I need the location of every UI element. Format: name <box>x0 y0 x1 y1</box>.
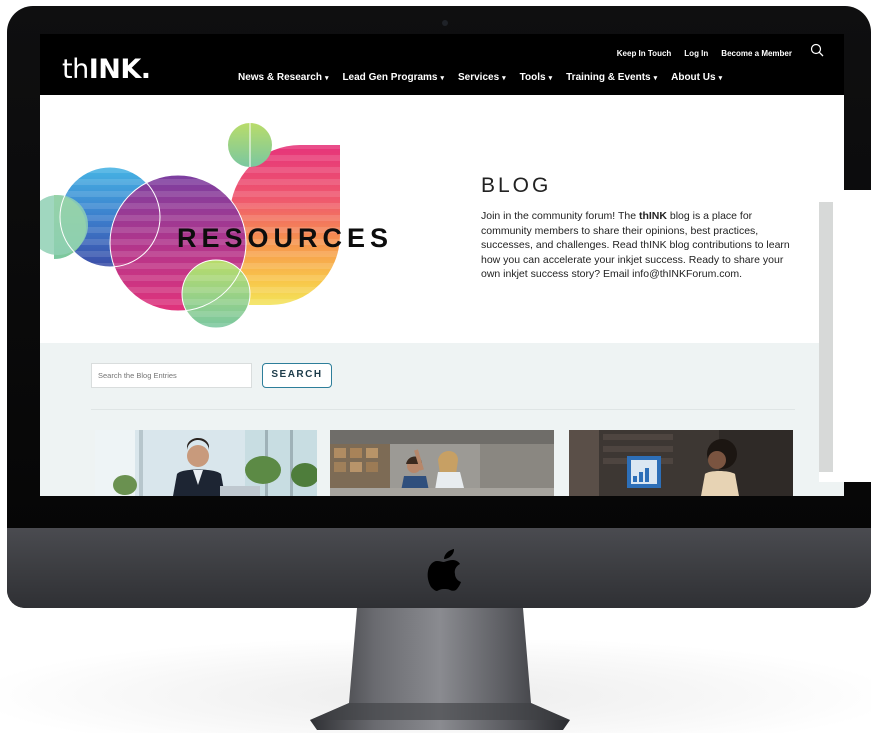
nav-training-events[interactable]: Training & Events ▾ <box>566 72 657 83</box>
screen: thINK. Keep In Touch Log In Become a Mem… <box>40 34 844 496</box>
hero: RESOURCES BLOG Join in the community for… <box>40 95 844 343</box>
caret-down-icon: ▾ <box>502 75 506 82</box>
keep-in-touch-link[interactable]: Keep In Touch <box>617 49 672 58</box>
resources-word: RESOURCES <box>177 223 394 253</box>
nav-news-research[interactable]: News & Research ▾ <box>238 72 328 83</box>
blog-thumbnail-2[interactable] <box>330 430 554 496</box>
search-band: SEARCH <box>40 343 844 496</box>
intro-text: Join in the community forum! The <box>481 210 639 222</box>
search-button[interactable]: SEARCH <box>262 363 332 388</box>
caret-down-icon: ▾ <box>440 75 444 82</box>
intro-brand: thINK <box>638 210 667 222</box>
log-in-link[interactable]: Log In <box>684 49 708 58</box>
side-panel <box>819 190 871 482</box>
computer-photo <box>569 430 793 496</box>
caret-down-icon: ▾ <box>548 75 553 82</box>
nav-label: Tools <box>519 72 546 83</box>
warehouse-photo <box>330 430 554 496</box>
office-photo <box>95 430 317 496</box>
caret-down-icon: ▾ <box>324 75 329 82</box>
blog-intro: Join in the community forum! The thINK b… <box>481 209 799 282</box>
nav-label: Lead Gen Programs <box>342 72 438 83</box>
nav-label: News & Research <box>238 72 322 83</box>
caret-down-icon: ▾ <box>653 75 658 82</box>
nav-label: About Us <box>671 72 716 83</box>
apple-icon <box>427 549 461 591</box>
site-logo[interactable]: thINK. <box>62 54 151 85</box>
caret-down-icon: ▾ <box>718 75 723 82</box>
monitor-stand <box>310 608 570 730</box>
blog-thumbnail-3[interactable] <box>569 430 793 496</box>
search-input[interactable] <box>91 363 252 388</box>
blog-thumbnail-1[interactable] <box>95 430 317 496</box>
utility-nav: Keep In Touch Log In Become a Member <box>617 49 792 58</box>
camera <box>442 20 448 26</box>
nav-about-us[interactable]: About Us ▾ <box>671 72 722 83</box>
resources-graphic <box>40 123 340 329</box>
main-nav: News & Research ▾ Lead Gen Programs ▾ Serv… <box>238 72 722 83</box>
nav-label: Training & Events <box>566 72 651 83</box>
nav-label: Services <box>458 72 500 83</box>
nav-tools[interactable]: Tools ▾ <box>520 72 552 83</box>
page-title: BLOG <box>481 174 552 197</box>
divider <box>91 409 795 410</box>
site-header: thINK. Keep In Touch Log In Become a Mem… <box>40 34 844 95</box>
nav-services[interactable]: Services ▾ <box>458 72 506 83</box>
become-member-link[interactable]: Become a Member <box>721 49 792 58</box>
logo-bold: INK. <box>88 54 151 85</box>
nav-lead-gen[interactable]: Lead Gen Programs ▾ <box>342 72 444 83</box>
search-icon[interactable] <box>810 43 824 57</box>
logo-thin: th <box>62 54 89 85</box>
